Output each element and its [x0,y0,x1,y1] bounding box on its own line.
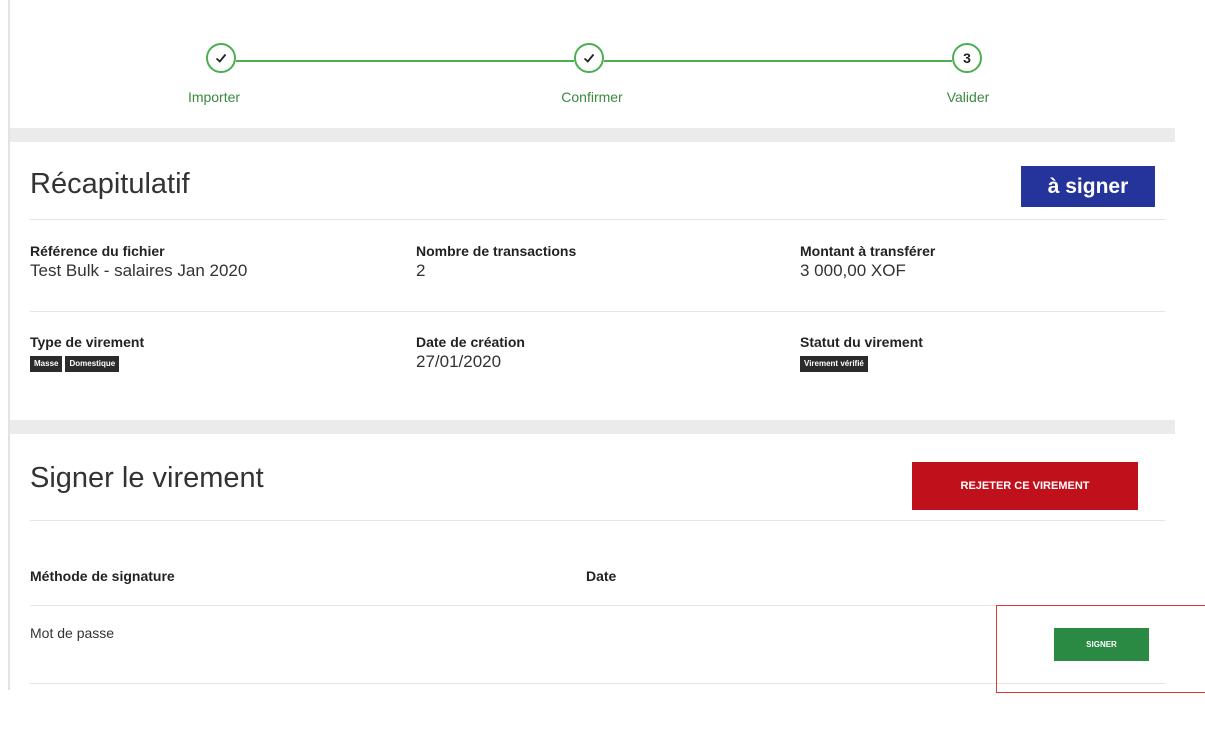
step-label-confirmer: Confirmer [561,89,623,105]
step-1-check-icon [206,43,236,73]
step-connector [236,60,574,62]
file-ref-label: Référence du fichier [30,243,165,259]
summary-title: Récapitulatif [30,168,190,200]
file-ref-field: Référence du fichier Test Bulk - salaire… [30,243,247,281]
step-2-check-icon [574,43,604,73]
status-badge: à signer [1021,166,1155,207]
file-ref-value: Test Bulk - salaires Jan 2020 [30,261,248,280]
tag-domestique: Domestique [65,356,120,372]
col-signature-method: Méthode de signature [30,568,175,584]
divider [30,683,1165,684]
status-label: Statut du virement [800,334,923,350]
status-tags: Virement vérifié [800,356,923,372]
amount-value: 3 000,00 XOF [800,261,906,280]
col-date: Date [586,568,617,584]
section-separator [10,420,1175,434]
created-value: 27/01/2020 [416,352,502,371]
transfer-type-label: Type de virement [30,334,145,350]
reject-transfer-button[interactable]: REJETER CE VIREMENT [912,462,1138,510]
signing-title: Signer le virement [30,462,264,494]
amount-label: Montant à transférer [800,243,936,259]
created-field: Date de création 27/01/2020 [416,334,525,372]
step-label-valider: Valider [946,89,990,105]
tx-count-value: 2 [416,261,426,280]
step-label-importer: Importer [187,89,241,105]
divider [30,311,1165,312]
transfer-type-tags: Masse Domestique [30,356,144,372]
summary-panel: Récapitulatif à signer Référence du fich… [10,142,1175,430]
created-label: Date de création [416,334,525,350]
tag-masse: Masse [30,356,63,372]
divider [30,520,1165,521]
divider [30,219,1165,220]
amount-field: Montant à transférer 3 000,00 XOF [800,243,935,281]
section-separator [10,128,1175,142]
tag-virement-verifie: Virement vérifié [800,356,868,372]
divider [30,605,1165,606]
tx-count-label: Nombre de transactions [416,243,577,259]
step-3-number: 3 [952,43,982,73]
highlight-annotation [996,605,1205,693]
transfer-type-field: Type de virement Masse Domestique [30,334,144,372]
tx-count-field: Nombre de transactions 2 [416,243,576,281]
step-connector [604,60,952,62]
status-field: Statut du virement Virement vérifié [800,334,923,372]
progress-stepper: 3 Importer Confirmer Valider [0,0,1175,128]
signature-method-cell: Mot de passe [30,625,115,641]
